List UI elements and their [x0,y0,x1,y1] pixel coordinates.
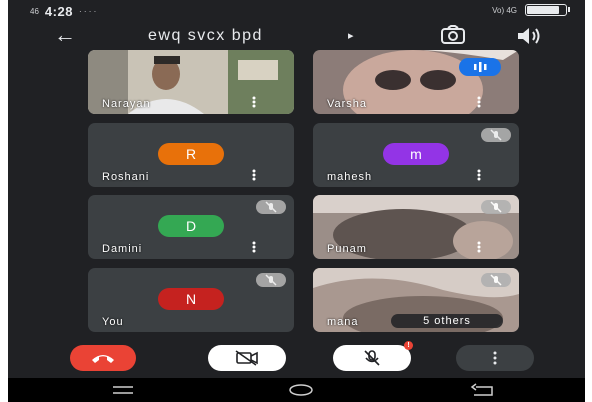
battery-icon [525,4,570,16]
speaker-icon[interactable] [513,25,543,47]
mic-off-icon [481,128,511,142]
recent-apps-icon[interactable] [108,382,138,398]
speaking-indicator [459,58,501,76]
participant-tile-roshani[interactable]: R Roshani [88,123,294,187]
avatar: D [158,215,224,237]
participant-tile-you[interactable]: N You [88,268,294,332]
participant-name: Roshani [102,171,150,183]
end-call-icon [92,355,114,363]
meeting-header: ← ewq svcx bpd ▸ [8,22,585,52]
network-label: Vo) 4G [492,5,517,15]
participant-tile-varsha[interactable]: Varsha [313,50,519,114]
signal-label: 46 [30,7,39,16]
clock: 4:28 [44,4,73,19]
chevron-right-icon[interactable]: ▸ [348,29,354,42]
avatar: N [158,288,224,310]
camera-off-icon [235,350,258,366]
phone-screen: 46 4:28 · · · · Vo) 4G ← ewq svcx bpd ▸ [8,0,585,402]
more-options-button[interactable] [456,345,534,371]
participant-tile-others[interactable]: mana 5 others [313,268,519,332]
participant-name: You [102,316,124,328]
others-count[interactable]: 5 others [391,314,503,328]
participant-name: Narayan [102,98,151,110]
participant-name: Damini [102,243,143,255]
alert-badge: ! [404,341,413,350]
more-vert-icon[interactable] [473,95,485,109]
avatar: R [158,143,224,165]
participant-name: mana [327,316,359,328]
back-nav-icon[interactable] [468,382,498,398]
camera-switch-icon[interactable] [438,25,468,47]
more-vert-icon[interactable] [473,240,485,254]
participant-name: mahesh [327,171,373,183]
mic-off-icon [481,200,511,214]
mic-off-icon [256,200,286,214]
mic-toggle-button[interactable]: ! [333,341,413,371]
avatar: m [383,143,449,165]
mic-off-icon [256,273,286,287]
participant-tile-mahesh[interactable]: m mahesh [313,123,519,187]
arrow-left-icon[interactable]: ← [54,24,76,46]
more-vert-icon[interactable] [248,240,260,254]
more-vert-icon[interactable] [248,168,260,182]
participant-tile-punam[interactable]: Punam [313,195,519,259]
status-bar: 46 4:28 · · · · Vo) 4G [8,0,585,22]
participant-tile-damini[interactable]: D Damini [88,195,294,259]
participant-tile-narayan[interactable]: Narayan [88,50,294,114]
end-call-button[interactable] [70,345,136,371]
mic-off-icon [364,350,380,366]
more-vert-icon[interactable] [473,168,485,182]
notification-dots: · · · · [78,7,97,16]
more-vert-icon [493,351,497,365]
participant-name: Punam [327,243,367,255]
mic-off-icon [481,273,511,287]
home-icon[interactable] [286,382,316,398]
more-vert-icon[interactable] [248,95,260,109]
system-nav-bar [8,378,585,402]
meeting-title[interactable]: ewq svcx bpd [148,27,263,45]
camera-toggle-button[interactable] [208,345,286,371]
participant-name: Varsha [327,98,368,110]
